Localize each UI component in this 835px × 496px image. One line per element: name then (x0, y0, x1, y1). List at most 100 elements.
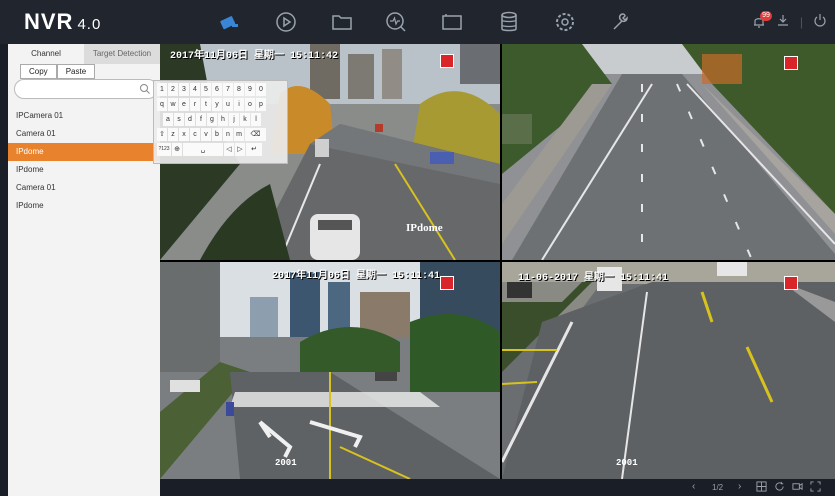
virtual-keyboard: 1 2 3 4 5 6 7 8 9 0 q w e r t y u i o p … (153, 80, 288, 164)
channel-panel: Channel Target Detection Copy Paste IPCa… (8, 44, 160, 496)
record-icon (784, 276, 798, 290)
key[interactable]: y (212, 98, 222, 111)
chevron-left-icon[interactable]: ‹ (692, 481, 695, 492)
key[interactable]: q (157, 98, 167, 111)
key[interactable]: m (234, 128, 244, 141)
key[interactable]: b (212, 128, 222, 141)
space-key[interactable]: ␣ (183, 143, 223, 156)
storage-icon[interactable] (497, 10, 521, 34)
camera-timestamp: 11-06-2017 星期一 15:11:41 (518, 273, 669, 284)
camera-name-label: IPdome (406, 222, 443, 234)
key[interactable]: c (190, 128, 200, 141)
channel-item[interactable]: Camera 01 (8, 125, 160, 143)
key[interactable]: v (201, 128, 211, 141)
language-key[interactable]: ⊕ (172, 143, 182, 156)
record-icon (440, 276, 454, 290)
channel-item[interactable]: IPdome (8, 197, 160, 215)
smart-analysis-icon[interactable] (384, 10, 408, 34)
key[interactable]: 7 (223, 83, 233, 96)
key[interactable]: i (234, 98, 244, 111)
key[interactable]: x (179, 128, 189, 141)
key[interactable]: w (168, 98, 178, 111)
keyboard-row: a s d f g h j k l (163, 113, 284, 126)
key[interactable]: t (201, 98, 211, 111)
camera-view-4[interactable]: 11-06-2017 星期一 15:11:41 2001 (502, 262, 835, 479)
panel-tabs: Channel Target Detection (8, 44, 160, 64)
key[interactable]: j (229, 113, 239, 126)
enter-key[interactable]: ↵ (246, 143, 262, 156)
key[interactable]: k (240, 113, 250, 126)
symbols-key[interactable]: ?123 (157, 143, 171, 156)
camera-number-label: 2001 (616, 458, 638, 468)
cursor-right-key[interactable]: ▷ (235, 143, 245, 156)
search-icon[interactable] (139, 82, 151, 94)
key[interactable]: u (223, 98, 233, 111)
power-icon[interactable] (813, 13, 827, 32)
alarm-count-badge: 99 (760, 11, 772, 21)
key[interactable]: l (251, 113, 261, 126)
keyboard-row: ⇧ z x c v b n m ⌫ (157, 128, 284, 141)
key[interactable]: 4 (190, 83, 200, 96)
record-icon (440, 54, 454, 68)
copy-paste-menu: Copy Paste (20, 64, 96, 79)
key[interactable]: d (185, 113, 195, 126)
channel-item[interactable]: IPdome (8, 161, 160, 179)
refresh-icon[interactable] (774, 481, 785, 495)
tab-channel[interactable]: Channel (8, 44, 84, 64)
file-icon[interactable] (330, 10, 354, 34)
channel-item-selected[interactable]: IPdome (8, 143, 160, 161)
playback-icon[interactable] (274, 10, 298, 34)
tab-target-detection[interactable]: Target Detection (84, 44, 160, 64)
separator: | (799, 15, 803, 29)
key[interactable]: 8 (234, 83, 244, 96)
camera-view-3[interactable]: 2017年11月06日 星期一 15:11:41 2001 (160, 262, 500, 479)
keyboard-row: ?123 ⊕ ␣ ◁ ▷ ↵ (157, 143, 284, 156)
key[interactable]: g (207, 113, 217, 126)
app-logo: NVR 4.0 (24, 9, 102, 34)
live-view-icon[interactable] (218, 10, 242, 34)
layout-grid-icon[interactable] (756, 481, 767, 495)
keyboard-row: q w e r t y u i o p (157, 98, 284, 111)
bottom-toolbar: ‹ 1/2 › (160, 479, 835, 496)
key[interactable]: p (256, 98, 266, 111)
shift-key[interactable]: ⇧ (157, 128, 167, 141)
key[interactable]: 1 (157, 83, 167, 96)
channel-item[interactable]: Camera 01 (8, 179, 160, 197)
key[interactable]: 2 (168, 83, 178, 96)
key[interactable]: r (190, 98, 200, 111)
paste-button[interactable]: Paste (56, 64, 96, 79)
sequence-icon[interactable] (792, 481, 803, 495)
key[interactable]: a (163, 113, 173, 126)
settings-icon[interactable] (553, 10, 577, 34)
key[interactable]: f (196, 113, 206, 126)
copy-button[interactable]: Copy (20, 64, 57, 79)
search-input[interactable] (14, 79, 158, 99)
alarm-bell-icon[interactable]: 99 (752, 11, 772, 29)
monitor-icon[interactable] (440, 10, 464, 34)
key[interactable]: n (223, 128, 233, 141)
status-icons: 99 | (752, 11, 827, 32)
camera-timestamp: 2017年11月06日 星期一 15:11:42 (170, 51, 339, 62)
cursor-left-key[interactable]: ◁ (224, 143, 234, 156)
key[interactable]: e (179, 98, 189, 111)
key[interactable]: z (168, 128, 178, 141)
key[interactable]: 0 (256, 83, 266, 96)
key[interactable]: 9 (245, 83, 255, 96)
maintenance-icon[interactable] (609, 10, 633, 34)
channel-list: IPCamera 01 Camera 01 IPdome IPdome Came… (8, 107, 160, 215)
top-bar: NVR 4.0 99 | (0, 0, 835, 44)
camera-view-2[interactable] (502, 44, 835, 260)
key[interactable]: o (245, 98, 255, 111)
record-icon (784, 56, 798, 70)
download-icon[interactable] (776, 13, 790, 32)
key[interactable]: h (218, 113, 228, 126)
key[interactable]: 5 (201, 83, 211, 96)
chevron-right-icon[interactable]: › (738, 481, 741, 492)
backspace-key[interactable]: ⌫ (245, 128, 266, 141)
camera-number-label: 2001 (275, 458, 297, 468)
key[interactable]: 6 (212, 83, 222, 96)
channel-item[interactable]: IPCamera 01 (8, 107, 160, 125)
fullscreen-icon[interactable] (810, 481, 821, 495)
key[interactable]: 3 (179, 83, 189, 96)
key[interactable]: s (174, 113, 184, 126)
